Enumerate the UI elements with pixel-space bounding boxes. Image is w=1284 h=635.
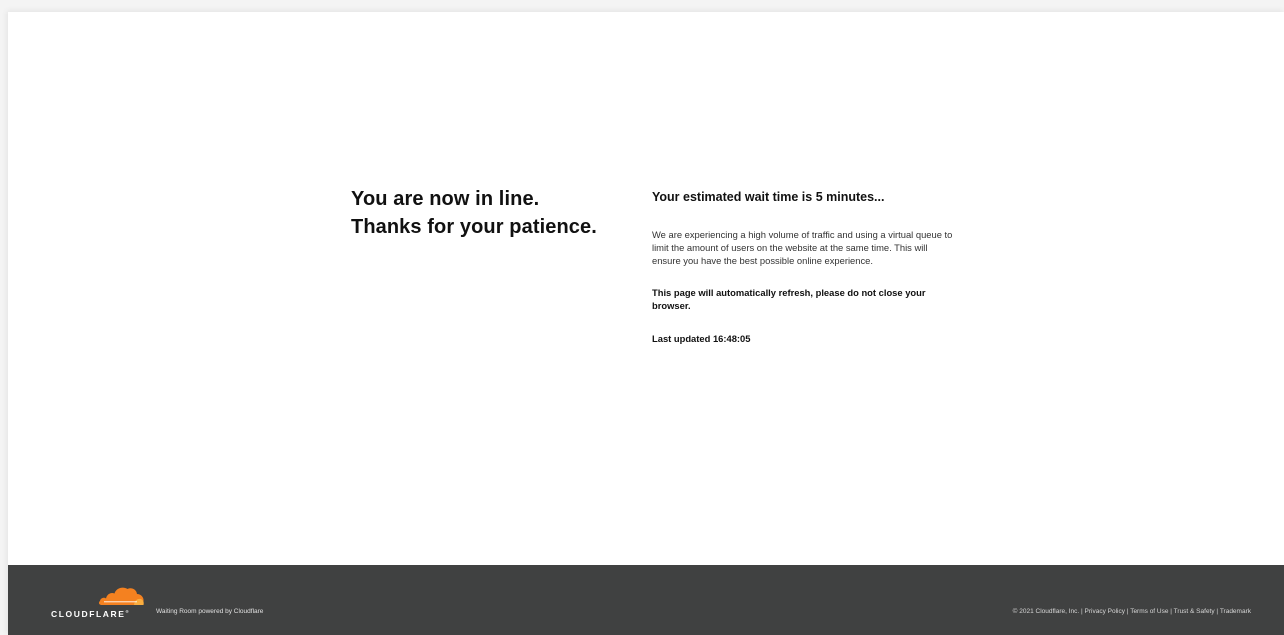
traffic-description: We are experiencing a high volume of tra…: [652, 229, 953, 266]
footer: CLOUDFLARE® Waiting Room powered by Clou…: [8, 565, 1284, 635]
trust-safety-link[interactable]: Trust & Safety: [1174, 608, 1215, 615]
wait-info-panel: Your estimated wait time is 5 minutes...…: [652, 189, 958, 345]
wait-time-title: Your estimated wait time is 5 minutes...: [652, 190, 885, 204]
headline-line-2: Thanks for your patience.: [351, 216, 597, 238]
footer-links: © 2021 Cloudflare, Inc. | Privacy Policy…: [1013, 608, 1251, 616]
cloudflare-logo[interactable]: CLOUDFLARE®: [51, 585, 151, 619]
page-headline: You are now in line. Thanks for your pat…: [351, 185, 597, 241]
page-frame: You are now in line. Thanks for your pat…: [8, 12, 1284, 635]
main-content: You are now in line. Thanks for your pat…: [8, 12, 1284, 565]
privacy-policy-link[interactable]: Privacy Policy: [1085, 608, 1125, 615]
powered-by-text: Waiting Room powered by Cloudflare: [156, 608, 264, 615]
headline-line-1: You are now in line.: [351, 188, 540, 210]
terms-of-use-link[interactable]: Terms of Use: [1130, 608, 1168, 615]
copyright-text: © 2021 Cloudflare, Inc.: [1012, 608, 1080, 615]
refresh-notice: This page will automatically refresh, pl…: [652, 287, 926, 311]
last-updated: Last updated 16:48:05: [652, 333, 751, 344]
cloudflare-cloud-icon: [98, 587, 144, 605]
cloudflare-wordmark: CLOUDFLARE®: [51, 608, 129, 619]
trademark-link[interactable]: Trademark: [1220, 608, 1251, 615]
